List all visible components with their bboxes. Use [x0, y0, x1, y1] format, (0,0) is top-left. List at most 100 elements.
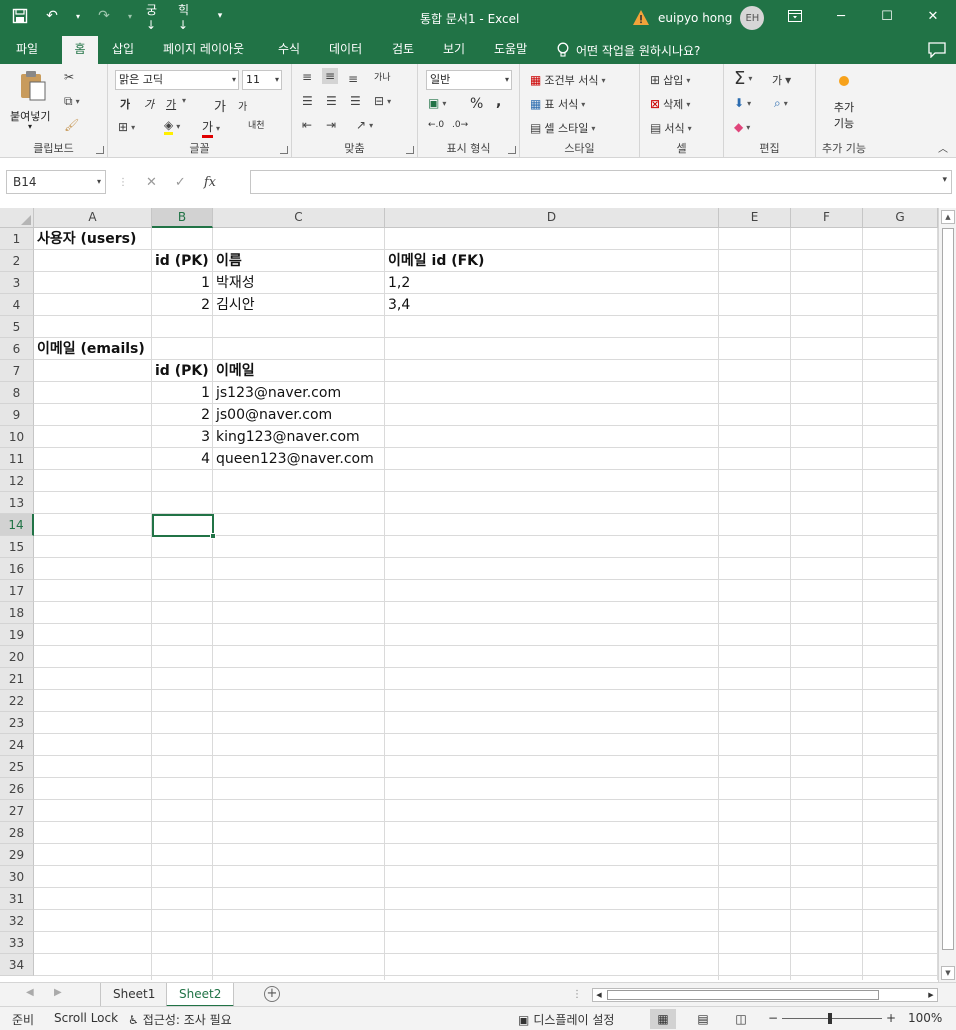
cell-b3[interactable]: 1	[152, 272, 213, 294]
row-header-32[interactable]: 32	[0, 910, 34, 932]
row-header-15[interactable]: 15	[0, 536, 34, 558]
cell-b11[interactable]: 4	[152, 448, 213, 470]
horizontal-scroll-thumb[interactable]	[607, 990, 879, 1000]
increase-indent-button[interactable]: ⇥	[326, 118, 336, 132]
add-sheet-icon[interactable]: +	[264, 986, 280, 1002]
display-settings[interactable]: ▣ 디스플레이 설정	[518, 1011, 614, 1028]
decrease-indent-button[interactable]: ⇤	[302, 118, 312, 132]
row-header-7[interactable]: 7	[0, 360, 34, 382]
row-header-27[interactable]: 27	[0, 800, 34, 822]
worksheet-grid[interactable]: A B C D E F G 1 2 3 4 5 6 7 8 9 10 11 12 13 14 15 16 17 18 19 20 21…	[0, 208, 938, 980]
vertical-scroll-thumb[interactable]	[942, 228, 954, 950]
paste-button[interactable]: 붙여넣기 ▾	[8, 70, 54, 132]
confirm-entry-icon[interactable]: ✓	[175, 175, 186, 190]
grow-font-button[interactable]: 가	[214, 96, 226, 115]
column-header-a[interactable]: A	[34, 208, 152, 228]
comma-button[interactable]: ,	[496, 94, 501, 110]
row-header-11[interactable]: 11	[0, 448, 34, 470]
cell-c7[interactable]: 이메일	[213, 360, 258, 382]
shrink-font-button[interactable]: 가	[238, 98, 247, 113]
row-header-5[interactable]: 5	[0, 316, 34, 338]
cell-b9[interactable]: 2	[152, 404, 213, 426]
tab-data[interactable]: 데이터	[323, 36, 368, 64]
increase-decimal-button[interactable]: ←.0	[428, 120, 444, 130]
zoom-out-button[interactable]: −	[768, 1011, 778, 1025]
tab-view[interactable]: 보기	[437, 36, 471, 64]
next-sheet-icon[interactable]: ▶	[54, 987, 62, 998]
maximize-icon[interactable]: ☐	[864, 0, 910, 32]
zoom-level[interactable]: 100%	[908, 1011, 942, 1025]
bold-button[interactable]: 가	[120, 96, 130, 112]
underline-button[interactable]: 가	[166, 96, 176, 112]
row-header-26[interactable]: 26	[0, 778, 34, 800]
row-header-31[interactable]: 31	[0, 888, 34, 910]
row-header-19[interactable]: 19	[0, 624, 34, 646]
align-right-button[interactable]: ☰	[350, 94, 361, 108]
tab-help[interactable]: 도움말	[488, 36, 533, 64]
column-header-e[interactable]: E	[719, 208, 791, 228]
column-header-g[interactable]: G	[863, 208, 938, 228]
zoom-slider-thumb[interactable]	[828, 1013, 832, 1024]
alignment-launcher-icon[interactable]	[406, 146, 414, 154]
column-header-c[interactable]: C	[213, 208, 385, 228]
prev-sheet-icon[interactable]: ◀	[26, 987, 34, 998]
cancel-entry-icon[interactable]: ✕	[146, 175, 157, 190]
ribbon-display-options-icon[interactable]	[772, 0, 818, 32]
format-painter-button[interactable]: 🖌	[64, 118, 79, 132]
align-left-button[interactable]: ☰	[302, 94, 313, 108]
cut-button[interactable]: ✂	[64, 70, 74, 84]
insert-cells-button[interactable]: ⊞ 삽입 ▾	[650, 72, 690, 88]
page-layout-view-button[interactable]: ▤	[690, 1009, 716, 1029]
row-header-10[interactable]: 10	[0, 426, 34, 448]
font-name-select[interactable]: 맑은 고딕 ▾	[115, 70, 239, 90]
sort-filter-button[interactable]: 가 ▾	[772, 72, 791, 88]
orientation-button[interactable]: ↗ ▾	[356, 118, 373, 132]
row-header-17[interactable]: 17	[0, 580, 34, 602]
row-header-24[interactable]: 24	[0, 734, 34, 756]
italic-button[interactable]: 가	[144, 96, 154, 112]
close-icon[interactable]: ✕	[910, 0, 956, 32]
row-header-30[interactable]: 30	[0, 866, 34, 888]
row-header-6[interactable]: 6	[0, 338, 34, 360]
column-header-d[interactable]: D	[385, 208, 719, 228]
tab-insert[interactable]: 삽입	[106, 36, 140, 64]
page-break-view-button[interactable]: ◫	[728, 1009, 754, 1029]
zoom-in-button[interactable]: +	[886, 1011, 896, 1025]
cell-c10[interactable]: king123@naver.com	[213, 426, 363, 448]
scroll-left-icon[interactable]: ◀	[593, 989, 605, 1001]
row-header-23[interactable]: 23	[0, 712, 34, 734]
tab-review[interactable]: 검토	[386, 36, 420, 64]
row-header-16[interactable]: 16	[0, 558, 34, 580]
row-header-8[interactable]: 8	[0, 382, 34, 404]
fill-color-button[interactable]: ◈ ▾	[164, 118, 180, 135]
tab-split-handle-icon[interactable]: ⋮	[572, 989, 582, 1000]
decrease-decimal-button[interactable]: .0→	[452, 120, 468, 130]
row-header-33[interactable]: 33	[0, 932, 34, 954]
cell-b2[interactable]: id (PK)	[152, 250, 212, 272]
row-header-29[interactable]: 29	[0, 844, 34, 866]
row-header-14[interactable]: 14	[0, 514, 34, 536]
minimize-icon[interactable]: ─	[818, 0, 864, 32]
wrap-text-button[interactable]: 가나	[374, 70, 391, 83]
sort-ascending-icon[interactable]: 궁↓	[146, 3, 166, 32]
cell-b4[interactable]: 2	[152, 294, 213, 316]
row-header-13[interactable]: 13	[0, 492, 34, 514]
undo-icon[interactable]: ↶	[42, 6, 62, 26]
redo-dropdown-icon[interactable]: ▾	[126, 6, 134, 26]
collapse-ribbon-icon[interactable]: ︿	[938, 140, 948, 155]
underline-dropdown-icon[interactable]: ▾	[182, 96, 186, 105]
phonetic-button[interactable]: 내천	[248, 118, 265, 131]
merge-center-button[interactable]: ⊟ ▾	[374, 94, 391, 108]
tell-me-search[interactable]: 어떤 작업을 원하시나요?	[556, 36, 700, 64]
scroll-up-icon[interactable]: ▲	[941, 210, 955, 224]
conditional-format-button[interactable]: ▦ 조건부 서식 ▾	[530, 72, 605, 88]
cell-b7[interactable]: id (PK)	[152, 360, 212, 382]
insert-function-icon[interactable]: fx	[204, 175, 216, 190]
format-cells-button[interactable]: ▤ 서식 ▾	[650, 120, 692, 136]
expand-formula-bar-icon[interactable]: ▾	[942, 175, 947, 185]
row-header-4[interactable]: 4	[0, 294, 34, 316]
tab-file[interactable]: 파일	[10, 36, 44, 64]
currency-button[interactable]: ▣ ▾	[428, 96, 446, 110]
tab-page-layout[interactable]: 페이지 레이아웃	[157, 36, 250, 64]
comments-icon[interactable]	[928, 42, 946, 58]
